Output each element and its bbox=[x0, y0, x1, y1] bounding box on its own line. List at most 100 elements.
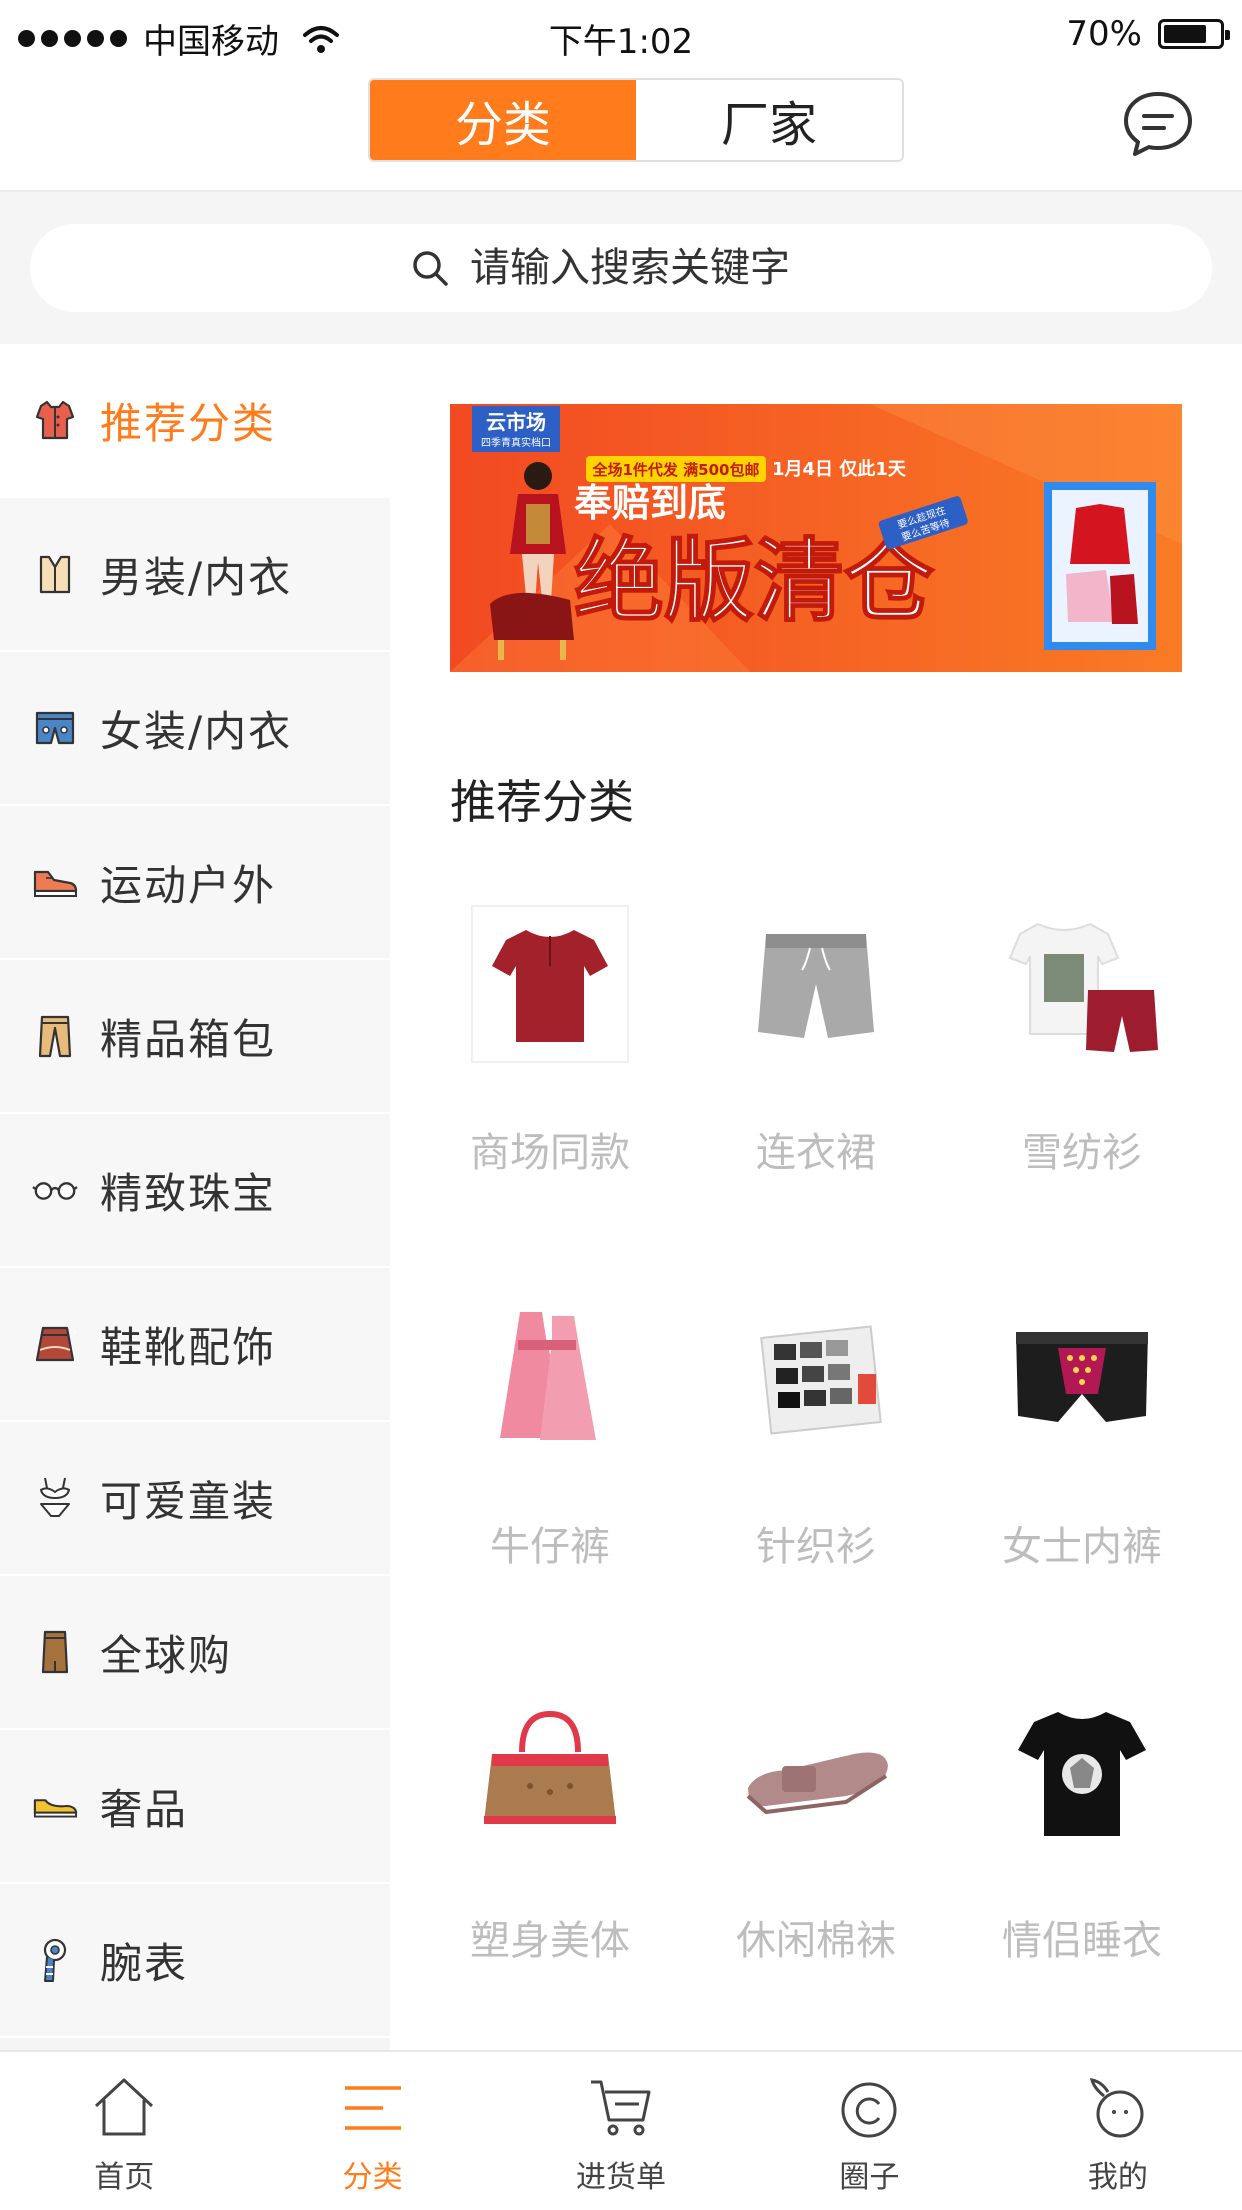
banner-brand: 云市场 bbox=[486, 410, 546, 434]
search-icon bbox=[413, 251, 448, 286]
sidebar-item-menswear[interactable]: 男装/内衣 bbox=[0, 498, 390, 652]
tab-category-nav[interactable]: 分类 bbox=[248, 2052, 496, 2210]
sidebar-item-luxury[interactable]: 奢品 bbox=[0, 1730, 390, 1884]
sidebar-item-recommended[interactable]: 推荐分类 bbox=[0, 344, 390, 498]
sidebar-item-label: 推荐分类 bbox=[100, 398, 277, 448]
sidebar-item-label: 运动户外 bbox=[100, 860, 277, 910]
category-label: 牛仔裤 bbox=[490, 1524, 610, 1570]
category-label: 情侣睡衣 bbox=[1002, 1918, 1162, 1964]
sidebar-item-label: 鞋靴配饰 bbox=[100, 1322, 277, 1372]
trousers-icon bbox=[32, 1013, 78, 1059]
tab-profile[interactable]: 我的 bbox=[994, 2052, 1242, 2210]
shorts-icon bbox=[32, 705, 78, 751]
category-item[interactable]: 情侣睡衣 bbox=[952, 1692, 1212, 2050]
category-label: 休闲棉袜 bbox=[736, 1918, 896, 1964]
category-label: 针织衫 bbox=[756, 1524, 876, 1570]
red-tshirt-image bbox=[470, 904, 630, 1064]
category-item[interactable]: 雪纺衫 bbox=[952, 904, 1212, 1264]
boxer-briefs-image bbox=[1002, 1298, 1162, 1458]
search-area bbox=[0, 192, 1242, 344]
sidebar-item-label: 可爱童装 bbox=[100, 1476, 277, 1526]
skirt-icon bbox=[32, 1321, 78, 1367]
category-label: 塑身美体 bbox=[470, 1918, 630, 1964]
tab-home[interactable]: 首页 bbox=[0, 2052, 248, 2210]
sidebar-item-label: 奢品 bbox=[100, 1784, 189, 1834]
banner-brand-sub: 四季青真实档口 bbox=[481, 436, 551, 449]
profile-icon bbox=[1089, 2078, 1144, 2138]
search-bar[interactable] bbox=[30, 224, 1212, 312]
sneaker-icon bbox=[32, 859, 78, 905]
sidebar-item-shoes-accessories[interactable]: 鞋靴配饰 bbox=[0, 1268, 390, 1422]
banner-clothes-image bbox=[1044, 482, 1156, 650]
sidebar-item-label: 全球购 bbox=[100, 1630, 233, 1680]
cart-icon bbox=[591, 2080, 651, 2136]
category-label: 商场同款 bbox=[470, 1130, 630, 1176]
sidebar-item-watches[interactable]: 腕表 bbox=[0, 1884, 390, 2038]
flat-shoe-image bbox=[736, 1692, 896, 1852]
category-item[interactable]: 塑身美体 bbox=[420, 1692, 680, 2050]
shoe-icon bbox=[32, 1783, 78, 1829]
socks-box-image bbox=[736, 1298, 896, 1458]
category-item[interactable]: 女士内裤 bbox=[952, 1298, 1212, 1658]
top-header: 分类 厂家 bbox=[0, 72, 1242, 192]
sidebar-item-label: 精致珠宝 bbox=[100, 1168, 277, 1218]
status-bar: 中国移动 下午1:02 70% bbox=[0, 0, 1242, 72]
category-label: 雪纺衫 bbox=[1022, 1130, 1142, 1176]
menu-icon bbox=[344, 2086, 401, 2130]
glasses-icon bbox=[32, 1167, 78, 1213]
tab-label: 圈子 bbox=[839, 2160, 900, 2195]
tab-label: 我的 bbox=[1087, 2160, 1148, 2195]
tab-category[interactable]: 分类 bbox=[370, 80, 636, 160]
tab-manufacturer[interactable]: 厂家 bbox=[636, 80, 902, 160]
handbag-image bbox=[470, 1692, 630, 1852]
category-label: 连衣裙 bbox=[756, 1130, 876, 1176]
category-label: 女士内裤 bbox=[1002, 1524, 1162, 1570]
category-item[interactable]: 连衣裙 bbox=[686, 904, 946, 1264]
status-right: 70% bbox=[1066, 14, 1230, 54]
sidebar-item-jewelry[interactable]: 精致珠宝 bbox=[0, 1114, 390, 1268]
tab-label: 进货单 bbox=[576, 2160, 667, 2195]
category-item[interactable]: 商场同款 bbox=[420, 904, 680, 1264]
sidebar-item-womenswear[interactable]: 女装/内衣 bbox=[0, 652, 390, 806]
pencil-skirt-icon bbox=[32, 1629, 78, 1675]
segmented-control: 分类 厂家 bbox=[368, 78, 904, 162]
sidebar-item-label: 腕表 bbox=[100, 1938, 189, 1988]
scarf-icon bbox=[32, 1937, 78, 1983]
category-item[interactable]: 休闲棉袜 bbox=[686, 1692, 946, 2050]
grey-shorts-image bbox=[736, 904, 896, 1064]
clock: 下午1:02 bbox=[548, 22, 694, 62]
tab-label: 分类 bbox=[342, 2160, 403, 2195]
tshirt-shorts-set-image bbox=[1002, 904, 1162, 1064]
sidebar-item-label: 精品箱包 bbox=[100, 1014, 277, 1064]
sidebar-item-sports[interactable]: 运动户外 bbox=[0, 806, 390, 960]
banner-date: 1月4日 仅此1天 bbox=[772, 458, 907, 480]
bikini-icon bbox=[32, 1475, 78, 1521]
category-sidebar: 推荐分类 男装/内衣 女装/内衣 运动户外 精品箱包 精致珠宝 鞋靴配饰 可爱童… bbox=[0, 344, 390, 2050]
sidebar-item-label: 男装/内衣 bbox=[100, 552, 293, 602]
category-item[interactable]: 牛仔裤 bbox=[420, 1298, 680, 1658]
banner-headline-small: 奉赔到底 bbox=[574, 481, 726, 525]
jacket-icon bbox=[32, 397, 78, 443]
tab-label: 首页 bbox=[94, 2160, 155, 2195]
category-item[interactable]: 针织衫 bbox=[686, 1298, 946, 1658]
bottom-tab-bar: 首页 分类 进货单 圈子 我的 bbox=[0, 2050, 1242, 2210]
banner-headline-big: 绝版清仓 bbox=[574, 529, 935, 634]
tab-cart[interactable]: 进货单 bbox=[497, 2052, 745, 2210]
search-input[interactable] bbox=[468, 244, 832, 292]
battery-percent: 70% bbox=[1066, 14, 1142, 54]
sidebar-item-kids[interactable]: 可爱童装 bbox=[0, 1422, 390, 1576]
vest-icon bbox=[32, 551, 78, 597]
circle-icon bbox=[841, 2082, 897, 2138]
home-icon bbox=[95, 2078, 154, 2136]
tab-circle[interactable]: 圈子 bbox=[745, 2052, 993, 2210]
message-icon[interactable] bbox=[1122, 90, 1194, 158]
section-title: 推荐分类 bbox=[450, 775, 634, 829]
category-content: 云市场 四季青真实档口 全场1件代发 满500包邮 1月4日 仅此1天 奉赔到底… bbox=[390, 344, 1242, 2050]
banner-promo: 全场1件代发 满500包邮 bbox=[592, 461, 760, 479]
battery-icon bbox=[1158, 19, 1230, 49]
sidebar-item-label: 女装/内衣 bbox=[100, 706, 293, 756]
promo-banner[interactable]: 云市场 四季青真实档口 全场1件代发 满500包邮 1月4日 仅此1天 奉赔到底… bbox=[450, 404, 1182, 672]
sidebar-item-global[interactable]: 全球购 bbox=[0, 1576, 390, 1730]
pink-dress-image bbox=[470, 1298, 630, 1458]
sidebar-item-bags[interactable]: 精品箱包 bbox=[0, 960, 390, 1114]
